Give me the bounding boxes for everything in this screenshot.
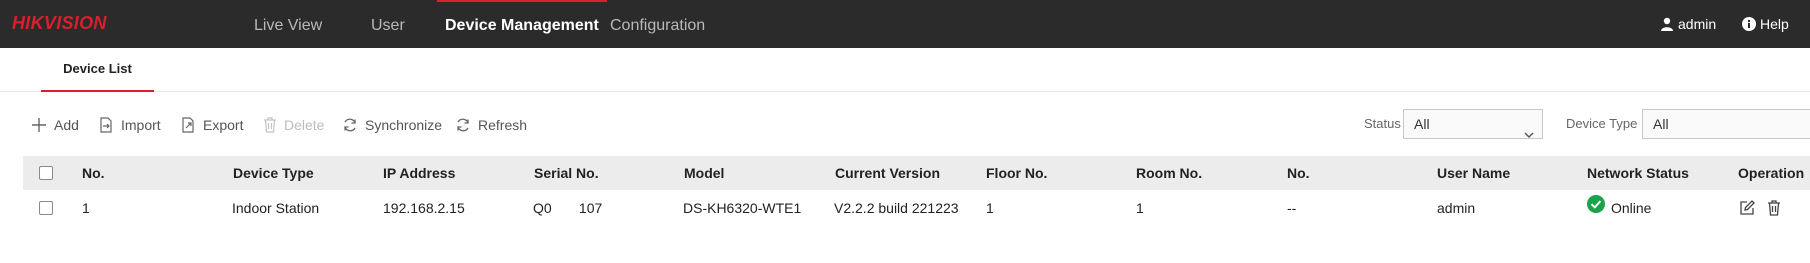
status-filter-label: Status: [1364, 116, 1401, 131]
status-filter-value: All: [1414, 116, 1430, 132]
cell-room-no: 1: [1136, 200, 1144, 216]
user-menu[interactable]: admin: [1660, 16, 1716, 32]
device-type-filter-label: Device Type: [1566, 116, 1638, 131]
cell-floor-no: 1: [986, 200, 994, 216]
column-header-no: No.: [82, 165, 105, 181]
edit-icon[interactable]: [1739, 200, 1755, 219]
trash-icon: [263, 117, 277, 133]
nav-configuration[interactable]: Configuration: [610, 0, 705, 48]
table-header: No. Device Type IP Address Serial No. Mo…: [23, 156, 1810, 190]
refresh-label: Refresh: [478, 117, 528, 133]
network-status-label: Online: [1611, 200, 1652, 216]
cell-serial-no: Q0 107: [533, 200, 603, 216]
top-navigation-bar: HIKVISION Live View User Device Manageme…: [0, 0, 1810, 48]
cell-no: 1: [82, 200, 90, 216]
import-icon: [98, 117, 114, 133]
column-header-ip-address: IP Address: [383, 165, 456, 181]
sub-tab-bar: Device List: [0, 48, 1810, 92]
column-header-room-no: Room No.: [1136, 165, 1203, 181]
nav-live-view[interactable]: Live View: [254, 0, 322, 48]
cell-user-name: admin: [1437, 200, 1476, 216]
add-label: Add: [54, 117, 79, 133]
select-all-checkbox[interactable]: [39, 166, 53, 180]
column-header-current-version: Current Version: [835, 165, 941, 181]
synchronize-label: Synchronize: [365, 117, 443, 133]
column-header-serial-no: Serial No.: [534, 165, 599, 181]
export-icon: [180, 117, 196, 133]
cell-model: DS-KH6320-WTE1: [683, 200, 802, 216]
plus-icon: [31, 117, 47, 133]
export-button[interactable]: Export: [180, 114, 243, 136]
column-header-user-name: User Name: [1437, 165, 1511, 181]
online-check-icon: [1587, 190, 1605, 226]
column-header-floor-no: Floor No.: [986, 165, 1048, 181]
cell-network-status: Online: [1587, 190, 1651, 226]
tab-device-list[interactable]: Device List: [41, 48, 154, 92]
user-name-label: admin: [1678, 16, 1717, 32]
export-label: Export: [203, 117, 244, 133]
add-button[interactable]: Add: [31, 114, 79, 136]
delete-label: Delete: [284, 117, 325, 133]
column-header-device-type: Device Type: [233, 165, 314, 181]
delete-row-icon[interactable]: [1767, 200, 1781, 219]
refresh-icon: [455, 117, 471, 133]
column-header-model: Model: [684, 165, 725, 181]
device-type-filter-select[interactable]: All: [1642, 109, 1810, 139]
column-header-network-status: Network Status: [1587, 165, 1689, 181]
column-header-no-2: No.: [1287, 165, 1310, 181]
user-icon: [1660, 17, 1674, 31]
chevron-down-icon: [1524, 120, 1534, 148]
status-filter-select[interactable]: All: [1403, 109, 1543, 139]
help-menu[interactable]: Help: [1742, 16, 1789, 32]
hikvision-logo: HIKVISION: [12, 13, 107, 33]
column-header-operation: Operation: [1738, 165, 1805, 181]
nav-user[interactable]: User: [371, 0, 405, 48]
import-button[interactable]: Import: [98, 114, 161, 136]
cell-ip-address: 192.168.2.15: [383, 200, 465, 216]
refresh-button[interactable]: Refresh: [455, 114, 527, 136]
device-type-filter-value: All: [1653, 116, 1669, 132]
sync-icon: [342, 117, 358, 133]
import-label: Import: [121, 117, 161, 133]
delete-button[interactable]: Delete: [263, 114, 324, 136]
help-label: Help: [1760, 16, 1789, 32]
cell-current-version: V2.2.2 build 221223: [834, 200, 959, 216]
table-row[interactable]: 1 Indoor Station 192.168.2.15 Q0 107 DS-…: [23, 190, 1810, 226]
cell-no-2: --: [1287, 200, 1297, 216]
cell-device-type: Indoor Station: [232, 200, 320, 216]
row-checkbox[interactable]: [39, 201, 53, 215]
synchronize-button[interactable]: Synchronize: [342, 114, 442, 136]
info-icon: [1742, 17, 1756, 31]
nav-device-management[interactable]: Device Management: [437, 0, 607, 48]
